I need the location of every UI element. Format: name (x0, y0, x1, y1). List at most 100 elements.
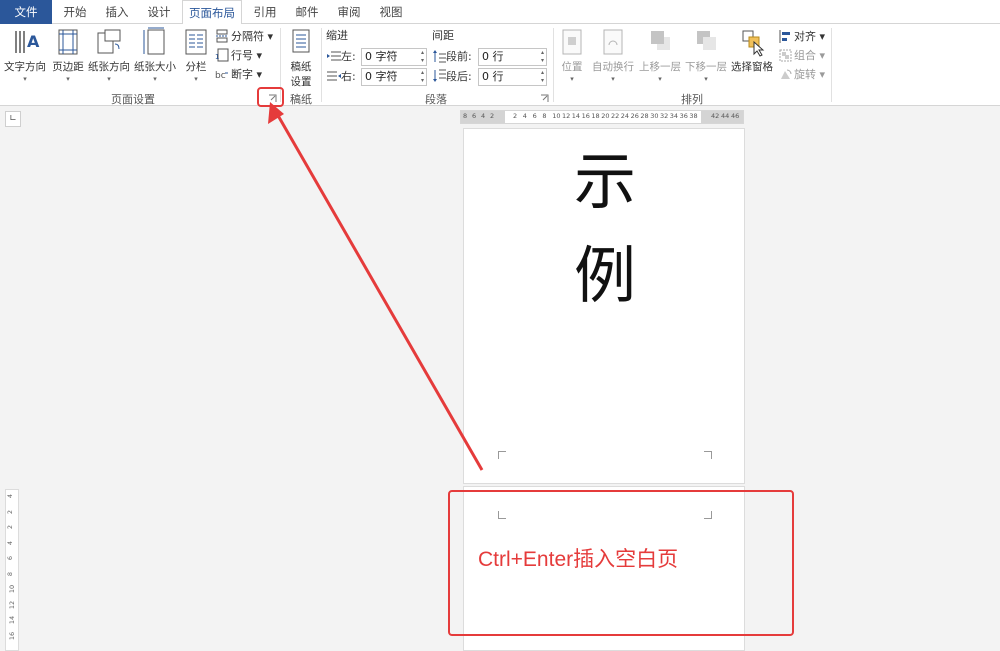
indent-label: 缩进 (326, 29, 348, 42)
tab-design[interactable]: 设计 (140, 0, 178, 24)
indent-left-value: 0 字符 (365, 50, 398, 63)
tab-references[interactable]: 引用 (246, 0, 284, 24)
group-objects-button[interactable]: 组合 ▾ (779, 47, 825, 65)
manuscript-icon (292, 29, 310, 53)
spacing-after-label: 段后: (432, 68, 472, 86)
selection-pane-button[interactable]: 选择窗格 (730, 27, 774, 74)
chevron-down-icon: ▾ (611, 75, 615, 83)
breaks-label: 分隔符 (231, 30, 264, 43)
wrap-text-icon (603, 29, 623, 55)
indent-left-input[interactable]: 0 字符 ▴ ▾ (361, 48, 427, 66)
hyphenation-button[interactable]: bc 断字 ▾ (215, 66, 262, 84)
document-page-1[interactable]: 示 例 (463, 128, 745, 484)
ruler-tick-label: 4 (522, 112, 527, 120)
spinner-arrows-icon[interactable]: ▴ ▾ (421, 69, 424, 85)
line-numbers-button[interactable]: 1 行号 ▾ (215, 47, 262, 65)
indent-right-input[interactable]: 0 字符 ▴ ▾ (361, 68, 427, 86)
orientation-icon (97, 29, 121, 54)
ruler-tick-label: 20 (601, 112, 610, 120)
spacing-before-text: 段前: (446, 50, 472, 63)
ruler-tick-label: 8 (6, 571, 15, 576)
indent-left-icon (327, 51, 341, 61)
send-backward-button[interactable]: 下移一层 ▾ (684, 27, 728, 83)
spinner-arrows-icon[interactable]: ▴ ▾ (541, 69, 544, 85)
hyphenation-icon: bc (215, 71, 228, 81)
ruler-tick-label: 24 (620, 112, 630, 120)
rotate-icon (781, 69, 792, 79)
tab-view[interactable]: 视图 (372, 0, 410, 24)
breaks-icon (216, 29, 228, 43)
chevron-down-icon: ▾ (23, 75, 27, 83)
ruler-tick-label: 22 (611, 112, 620, 120)
tab-file[interactable]: 文件 (0, 0, 52, 24)
ruler-tick-label: 16 (581, 112, 590, 120)
columns-icon (185, 29, 207, 55)
tab-review[interactable]: 审阅 (330, 0, 368, 24)
text-direction-button[interactable]: A 文字方向 ▾ (2, 27, 48, 83)
tab-page-layout[interactable]: 页面布局 (182, 0, 242, 25)
svg-text:bc: bc (215, 71, 226, 81)
spinner-arrows-icon[interactable]: ▴ ▾ (421, 49, 424, 65)
chevron-down-icon: ▾ (107, 75, 111, 83)
ruler-tick-label: 4 (481, 112, 486, 120)
ruler-tick-label: 6 (532, 112, 537, 120)
line-numbers-icon: 1 (215, 48, 229, 62)
manuscript-label-line1: 稿纸 (290, 61, 312, 73)
ruler-tick-label: 6 (6, 555, 15, 561)
group-label: 组合 (794, 49, 816, 62)
rotate-button[interactable]: 旋转 ▾ (779, 66, 825, 84)
spacing-after-input[interactable]: 0 行 ▴ ▾ (478, 68, 547, 86)
bring-forward-icon (651, 31, 670, 50)
align-label: 对齐 (794, 30, 816, 43)
ruler-tick-label: 28 (640, 112, 649, 120)
horizontal-ruler[interactable]: 8 6 4 2 2 4 6 8 10 12 14 16 18 20 22 24 26 28 30 32 34 36 38 42… (460, 110, 744, 124)
paragraph-dialog-launcher-icon[interactable] (540, 94, 549, 103)
margins-button[interactable]: 页边距 ▾ (50, 27, 86, 83)
highlight-dialog-launcher-box (257, 87, 284, 107)
ruler-tick-label: 8 (463, 112, 468, 120)
margins-label: 页边距 (52, 61, 84, 73)
ribbon-tab-bar: 文件 开始 插入 设计 页面布局 引用 邮件 审阅 视图 (0, 0, 1000, 25)
page-size-button[interactable]: 纸张大小 ▾ (132, 27, 178, 83)
ruler-tick-label: 34 (669, 112, 679, 120)
tab-home[interactable]: 开始 (56, 0, 94, 24)
margin-corner-mark (498, 451, 506, 459)
wrap-text-button[interactable]: 自动换行 ▾ (590, 27, 636, 83)
bring-forward-button[interactable]: 上移一层 ▾ (638, 27, 682, 83)
tab-insert[interactable]: 插入 (98, 0, 136, 24)
manuscript-label-line2: 设置 (290, 76, 312, 88)
ruler-tick-label: 8 (542, 112, 547, 120)
page-size-label: 纸张大小 (134, 61, 176, 73)
rotate-label: 旋转 (794, 68, 816, 81)
position-icon (562, 29, 582, 55)
vertical-ruler[interactable]: 4 2 2 4 6 8 10 12 14 16 (5, 489, 19, 651)
tab-selector-icon[interactable]: ∟ (5, 111, 21, 127)
ruler-tick-label: 18 (591, 112, 600, 120)
spacing-label: 间距 (432, 29, 454, 42)
selection-pane-label: 选择窗格 (731, 61, 773, 73)
breaks-button[interactable]: 分隔符 ▾ (215, 28, 273, 46)
columns-label: 分栏 (185, 61, 207, 73)
spacing-before-label: 段前: (432, 48, 472, 66)
manuscript-group-label: 稿纸 (290, 93, 312, 106)
send-backward-icon (697, 31, 716, 50)
ruler-tick-label: 4 (6, 540, 15, 545)
text-direction-label: 文字方向 (4, 61, 46, 73)
spinner-arrows-icon[interactable]: ▴ ▾ (541, 49, 544, 65)
spacing-before-input[interactable]: 0 行 ▴ ▾ (478, 48, 547, 66)
ruler-tick-label: 2 (513, 112, 518, 120)
tab-mailings[interactable]: 邮件 (288, 0, 326, 24)
hyphenation-label: 断字 (231, 68, 253, 81)
orientation-button[interactable]: 纸张方向 ▾ (87, 27, 131, 83)
ruler-tick-label: 32 (660, 112, 669, 120)
svg-text:1: 1 (215, 53, 219, 61)
ruler-tick-label: 36 (679, 112, 688, 120)
align-button[interactable]: 对齐 ▾ (779, 28, 825, 46)
spacing-after-icon (433, 69, 446, 82)
manuscript-settings-button[interactable]: 稿纸 设置 (284, 27, 318, 89)
chevron-down-icon: ▾ (66, 75, 70, 83)
columns-button[interactable]: 分栏 ▾ (181, 27, 211, 83)
position-button[interactable]: 位置 ▾ (557, 27, 587, 83)
ruler-tick-label: 6 (472, 112, 477, 120)
send-backward-label: 下移一层 (685, 61, 727, 73)
